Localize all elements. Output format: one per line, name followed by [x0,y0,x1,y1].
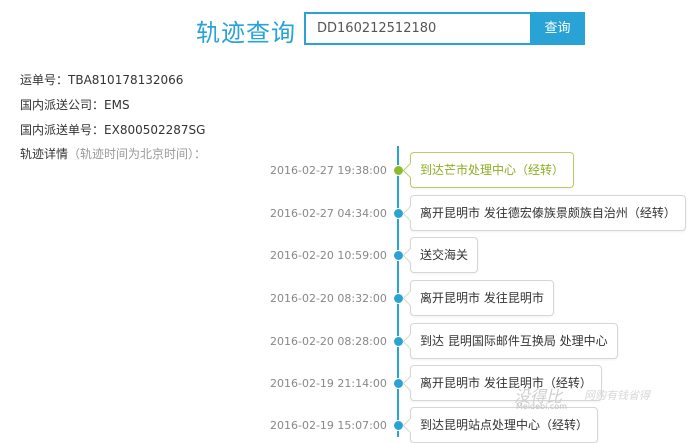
carrier-name: EMS [104,98,130,112]
event-description: 送交海关 [410,237,479,273]
search-box [304,12,530,45]
watermark-domain: Meidebi.com [516,402,567,411]
event-time: 2016-02-20 08:28:00 [270,335,387,348]
event-description: 离开昆明市 发往昆明市 [410,280,554,316]
event-description: 到达昆明站点处理中心（经转） [410,407,599,443]
event-description: 离开昆明市 发往德宏傣族景颇族自治州（经转） [410,195,686,231]
carrier-label: 国内派送公司： [20,98,105,112]
waybill-label: 运单号： [20,73,69,87]
tracking-detail-label: 轨迹详情 [20,147,69,161]
domestic-number-row: 国内派送单号：EX800502287SG [20,121,205,138]
event-time: 2016-02-20 10:59:00 [270,249,387,262]
watermark-slogan: 网购有钱省得 [584,389,650,402]
event-time: 2016-02-19 21:14:00 [270,377,387,390]
waybill-number: TBA810178132066 [68,73,184,87]
event-time: 2016-02-27 04:34:00 [270,207,387,220]
event-time: 2016-02-27 19:38:00 [270,164,387,177]
domestic-number-label: 国内派送单号： [20,123,105,137]
domestic-number: EX800502287SG [104,123,206,137]
page-title: 轨迹查询 [196,19,296,47]
event-time: 2016-02-19 15:07:00 [270,419,387,432]
event-description: 离开昆明市 发往昆明市（经转） [410,365,602,401]
waybill-row: 运单号：TBA810178132066 [20,71,183,88]
timeline-line [397,146,399,437]
tracking-number-input[interactable] [306,14,530,43]
tracking-detail-heading: 轨迹详情（轨迹时间为北京时间）： [20,145,206,162]
event-time: 2016-02-20 08:32:00 [270,292,387,305]
event-description: 到达 昆明国际邮件互换局 处理中心 [410,323,618,359]
tracking-detail-note: （轨迹时间为北京时间）： [68,147,207,161]
site-watermark: 没得比 Meidebi.com 网购有钱省得 [514,383,650,411]
query-button[interactable]: 查询 [530,12,585,45]
carrier-row: 国内派送公司：EMS [20,96,130,113]
event-description: 到达芒市处理中心（经转） [410,152,575,188]
